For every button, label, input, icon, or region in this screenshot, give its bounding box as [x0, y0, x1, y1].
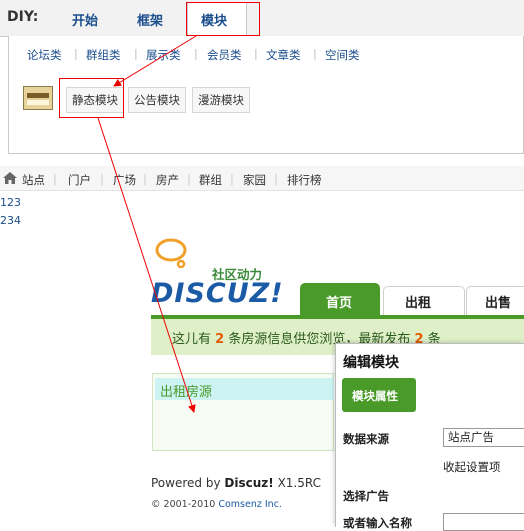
powered-brand[interactable]: Discuz!: [224, 476, 273, 490]
tab-module-highlight-box: [186, 2, 260, 36]
nav-separator: |: [143, 172, 147, 186]
module-attributes-tab-label: 模块属性: [352, 389, 398, 403]
nav-separator: |: [274, 172, 278, 186]
category-separator: |: [313, 47, 317, 60]
category-forum[interactable]: 论坛类: [27, 47, 62, 63]
dialog-title: 编辑模块: [343, 355, 399, 371]
nav-house[interactable]: 房产: [156, 172, 179, 188]
category-display[interactable]: 展示类: [146, 47, 181, 63]
collapse-settings-link[interactable]: 收起设置项: [443, 459, 501, 475]
input-name-label: 或者输入名称: [343, 516, 412, 530]
nav-home-space[interactable]: 家园: [243, 172, 266, 188]
category-space[interactable]: 空间类: [325, 47, 360, 63]
tab-start[interactable]: 开始: [72, 10, 98, 29]
data-source-select[interactable]: 站点广告: [443, 428, 524, 447]
category-article[interactable]: 文章类: [266, 47, 301, 63]
nav-portal[interactable]: 门户: [68, 172, 91, 188]
category-separator: |: [194, 47, 198, 60]
preview-tab-sale-label: 出售: [485, 296, 512, 311]
preview-tab-rent-label: 出租: [405, 296, 432, 311]
discuz-logo[interactable]: DISCUZ!: [151, 278, 284, 309]
nav-ranking[interactable]: 排行榜: [287, 172, 322, 188]
rent-listing-title: 出租房源: [160, 385, 213, 400]
nav-plaza[interactable]: 广场: [113, 172, 136, 188]
nav-separator: |: [100, 172, 104, 186]
nav-separator: |: [53, 172, 57, 186]
data-source-label: 数据来源: [343, 432, 389, 446]
nav-separator: |: [187, 172, 191, 186]
side-number[interactable]: 234: [0, 214, 21, 227]
copyright-company[interactable]: Comsenz Inc.: [218, 499, 282, 510]
category-separator: |: [254, 47, 258, 60]
category-separator: |: [74, 47, 78, 60]
module-block-icon: [23, 86, 53, 110]
nav-group[interactable]: 群组: [199, 172, 222, 188]
speech-bubble-icon: [155, 238, 187, 268]
listing-count: 2: [215, 332, 225, 347]
powered-by: Powered by Discuz! X1.5RC: [151, 476, 321, 490]
category-member[interactable]: 会员类: [207, 47, 242, 63]
category-group[interactable]: 群组类: [86, 47, 121, 63]
category-separator: |: [134, 47, 138, 60]
copyright: © 2001-2010 Comsenz Inc.: [151, 499, 282, 510]
ad-name-input[interactable]: [443, 513, 524, 531]
nav-site[interactable]: 站点: [22, 172, 45, 188]
side-number[interactable]: 123: [0, 196, 21, 209]
nav-separator: |: [230, 172, 234, 186]
diy-label: DIY:: [7, 9, 39, 25]
roam-module-button[interactable]: 漫游模块: [192, 87, 250, 113]
select-ad-label: 选择广告: [343, 489, 389, 503]
notice-module-button[interactable]: 公告模块: [128, 87, 186, 113]
preview-tab-home-label: 首页: [326, 296, 353, 311]
home-icon[interactable]: [3, 172, 17, 184]
tab-frame[interactable]: 框架: [137, 10, 163, 29]
static-module-highlight-box: [59, 78, 124, 118]
